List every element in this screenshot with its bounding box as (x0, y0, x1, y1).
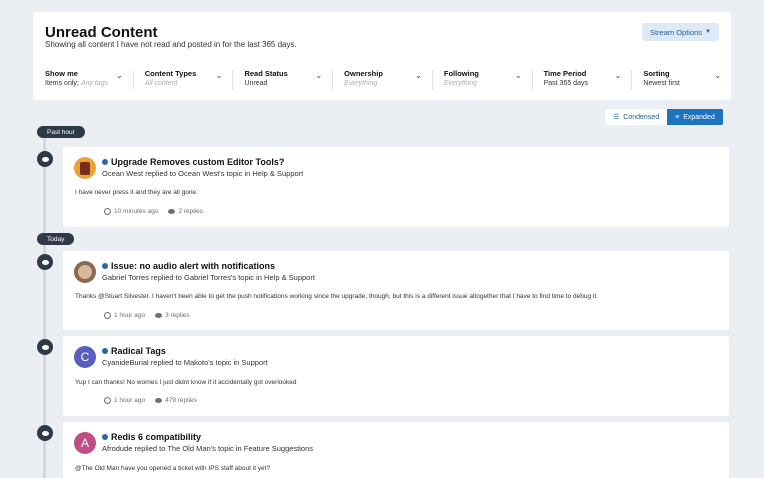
filter-value: Everything (344, 80, 378, 87)
filter-show-me[interactable]: Show me Items only; Any tags ⌄ (33, 69, 133, 91)
item-replies[interactable]: 479 replies (165, 397, 197, 404)
filter-value: Unread (244, 80, 268, 87)
chevron-down-icon: ⌄ (614, 71, 622, 80)
item-meta: CyanideBurial replied to Makoto's topic … (102, 358, 268, 367)
condensed-view-button[interactable]: ☰ Condensed (605, 109, 668, 125)
time-group-label: Past hour (37, 126, 85, 138)
caret-down-icon: ▼ (705, 29, 711, 35)
chevron-down-icon: ⌄ (215, 71, 223, 80)
filter-time-period[interactable]: Time Period Past 365 days ⌄ (531, 69, 632, 91)
view-toggle: ☰ Condensed ≡ Expanded (605, 109, 723, 125)
stream-item: Issue: no audio alert with notifications… (63, 251, 729, 330)
item-title[interactable]: Redis 6 compatibility (111, 432, 201, 442)
item-title[interactable]: Issue: no audio alert with notifications (111, 261, 275, 271)
item-snippet: I have never press it and they are all g… (75, 189, 198, 196)
item-stats: 1 hour ago 479 replies (104, 397, 197, 404)
item-stats: 10 minutes ago 2 replies (104, 208, 203, 215)
filter-bar: Show me Items only; Any tags ⌄ Content T… (33, 69, 731, 91)
page-subtitle: Showing all content I have not read and … (45, 40, 297, 49)
replies-icon (155, 398, 163, 403)
chevron-down-icon: ⌄ (315, 71, 323, 80)
menu-icon: ≡ (675, 113, 680, 121)
stream-item: A Redis 6 compatibility Afrodude replied… (63, 422, 729, 478)
clock-icon (104, 312, 111, 319)
clock-icon (104, 397, 111, 404)
item-snippet: Thanks @Stuart Silvester. I haven't been… (75, 293, 598, 300)
unread-indicator (102, 263, 108, 269)
item-stats: 1 hour ago 3 replies (104, 312, 190, 319)
stream-options-button[interactable]: Stream Options ▼ (641, 23, 719, 41)
clock-icon (104, 208, 111, 215)
item-meta: Gabriel Torres replied to Gabriel Torres… (102, 273, 315, 282)
item-replies[interactable]: 2 replies (178, 208, 203, 215)
filter-value: Past 365 days (543, 80, 588, 87)
avatar[interactable]: A (74, 432, 96, 454)
comment-icon (37, 151, 53, 167)
chevron-down-icon: ⌄ (714, 71, 722, 80)
replies-icon (168, 209, 176, 214)
item-time: 1 hour ago (114, 312, 146, 319)
time-group-label: Today (37, 233, 75, 245)
replies-icon (155, 313, 163, 318)
avatar[interactable] (74, 157, 96, 179)
filter-value: Everything (443, 80, 477, 87)
filter-value: Newest first (643, 80, 680, 87)
filter-value: All content (144, 80, 178, 87)
stream-item: C Radical Tags CyanideBurial replied to … (63, 336, 729, 416)
item-meta: Ocean West replied to Ocean West's topic… (102, 169, 304, 178)
item-meta: Afrodude replied to The Old Man's topic … (102, 444, 313, 453)
filter-sorting[interactable]: Sorting Newest first ⌄ (631, 69, 731, 91)
item-title[interactable]: Upgrade Removes custom Editor Tools? (111, 157, 284, 167)
filter-ownership[interactable]: Ownership Everything ⌄ (332, 69, 432, 91)
expanded-view-button[interactable]: ≡ Expanded (667, 109, 723, 125)
avatar[interactable] (74, 261, 96, 283)
comment-icon (37, 339, 53, 355)
chevron-down-icon: ⌄ (415, 71, 422, 80)
page-header: Unread Content Showing all content I hav… (33, 12, 731, 100)
filter-following[interactable]: Following Everything ⌄ (431, 69, 532, 91)
page-title: Unread Content (45, 24, 158, 41)
filter-read-status[interactable]: Read Status Unread ⌄ (232, 69, 332, 91)
unread-indicator (102, 159, 108, 165)
avatar[interactable]: C (74, 346, 96, 368)
filter-value: Items only; Any tags (45, 80, 109, 87)
unread-indicator (102, 348, 108, 354)
stream-options-label: Stream Options (649, 27, 703, 37)
item-snippet: Yup I can thanks! No worries I just didn… (75, 379, 297, 386)
item-time: 10 minutes ago (114, 208, 159, 215)
unread-indicator (102, 434, 108, 440)
stream-item: Upgrade Removes custom Editor Tools? Oce… (63, 147, 729, 227)
comment-icon (37, 254, 53, 270)
filter-content-types[interactable]: Content Types All content ⌄ (132, 69, 233, 91)
comment-icon (37, 425, 53, 441)
chevron-down-icon: ⌄ (116, 71, 123, 80)
list-icon: ☰ (613, 114, 620, 121)
item-time: 1 hour ago (114, 397, 146, 404)
item-snippet: @The Old Man have you opened a ticket wi… (75, 465, 271, 472)
chevron-down-icon: ⌄ (514, 71, 522, 80)
item-title[interactable]: Radical Tags (111, 346, 166, 356)
item-replies[interactable]: 3 replies (165, 312, 190, 319)
